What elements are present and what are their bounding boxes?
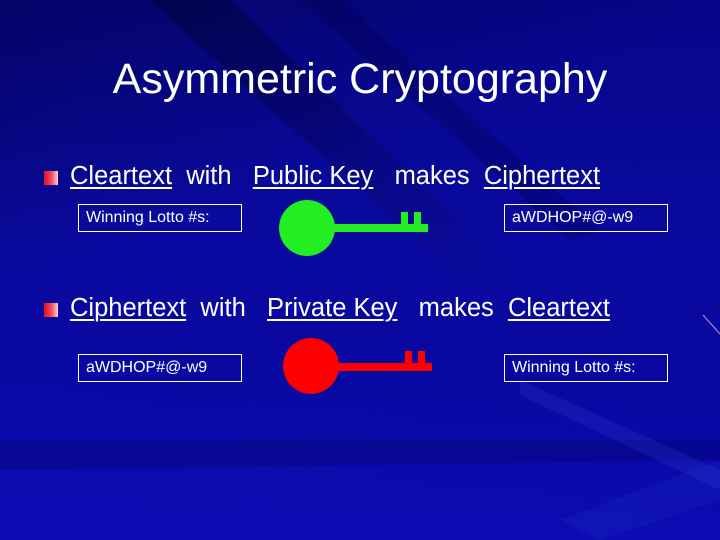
public-key-shaft [332, 224, 428, 232]
connector-makes: makes [373, 162, 484, 190]
public-key-icon [279, 200, 428, 256]
term-cleartext: Cleartext [507, 294, 610, 322]
private-key-shaft [336, 363, 432, 371]
private-key-tooth [405, 351, 412, 364]
private-key-icon [283, 338, 432, 394]
ciphertext-output-box: aWDHOP#@-w9 [504, 204, 668, 232]
term-cleartext: Cleartext [70, 162, 173, 190]
ciphertext-input-box: aWDHOP#@-w9 [78, 354, 242, 382]
cleartext-output-box: Winning Lotto #s: [504, 354, 668, 382]
bullet-private-key: Ciphertext with Private Key makes Cleart… [44, 294, 610, 323]
bullet-marker-icon [44, 170, 58, 185]
public-key-tooth [414, 212, 421, 225]
cleartext-input-box: Winning Lotto #s: [78, 204, 242, 232]
term-ciphertext: Ciphertext [483, 162, 601, 190]
term-private-key: Private Key [267, 294, 398, 322]
bullet-public-key: Cleartext with Public Key makes Cipherte… [44, 162, 600, 191]
connector-with: with [186, 294, 268, 322]
private-key-bow [283, 338, 339, 394]
term-public-key: Public Key [252, 162, 374, 190]
public-key-bow [279, 200, 335, 256]
bullet-marker-icon [44, 302, 58, 317]
public-key-tooth [401, 212, 408, 225]
private-key-tooth [418, 351, 425, 364]
connector-makes: makes [397, 294, 508, 322]
term-ciphertext: Ciphertext [70, 294, 187, 322]
slide-title: Asymmetric Cryptography [112, 55, 608, 103]
connector-with: with [172, 162, 253, 190]
